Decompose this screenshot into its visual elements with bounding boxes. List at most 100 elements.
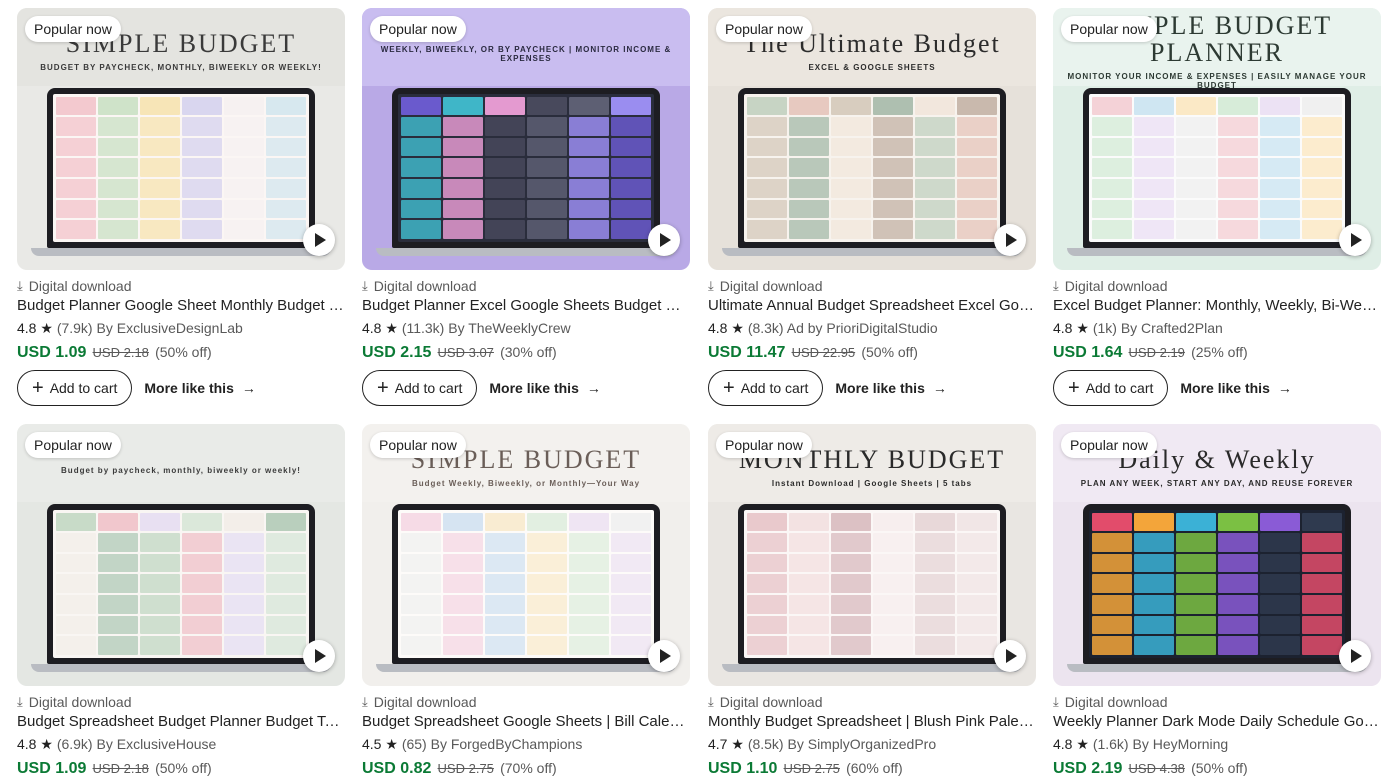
listing-title[interactable]: Budget Spreadsheet Budget Planner Budget… (17, 713, 345, 730)
sheet-cell (1176, 117, 1216, 136)
sheet-cell (56, 574, 96, 593)
popular-now-badge: Popular now (370, 16, 466, 42)
delivery-type: ⤓ Digital download (17, 694, 131, 710)
seller-name[interactable]: By SimplyOrganizedPro (788, 736, 937, 752)
play-video-icon[interactable] (1339, 224, 1371, 256)
sheet-cell (1134, 553, 1174, 573)
listing-image[interactable]: SIMPLE BUDGET Budget Weekly, Biweekly, o… (362, 424, 690, 686)
original-price: USD 3.07 (437, 345, 494, 360)
listing-card[interactable]: SIMPLE BUDGET BUDGET BY PAYCHECK, MONTHL… (17, 8, 345, 408)
play-video-icon[interactable] (303, 224, 335, 256)
price-row: USD 1.09 USD 2.18 (50% off) (17, 344, 212, 362)
sheet-cell (485, 615, 525, 635)
more-like-this-button[interactable]: More like this → (835, 380, 946, 396)
play-video-icon[interactable] (303, 640, 335, 672)
listing-title[interactable]: Ultimate Annual Budget Spreadsheet Excel… (708, 297, 1036, 314)
sheet-cell (1260, 513, 1300, 531)
listing-card[interactable]: MONTHLY BUDGET Instant Download | Google… (708, 424, 1036, 784)
listing-title[interactable]: Budget Spreadsheet Google Sheets | Bill … (362, 713, 690, 730)
sheet-cell (747, 117, 787, 136)
add-to-cart-button[interactable]: + Add to cart (362, 370, 478, 406)
listing-card[interactable]: WEEKLY, BIWEEKLY, OR BY PAYCHECK | MONIT… (362, 8, 690, 408)
listing-image[interactable]: WEEKLY, BIWEEKLY, OR BY PAYCHECK | MONIT… (362, 8, 690, 270)
listing-image[interactable]: Daily & Weekly PLAN ANY WEEK, START ANY … (1053, 424, 1381, 686)
seller-name[interactable]: By ExclusiveDesignLab (97, 320, 243, 336)
sheet-cell (56, 553, 96, 573)
more-like-this-button[interactable]: More like this → (144, 380, 255, 396)
price-row: USD 1.64 USD 2.19 (25% off) (1053, 344, 1248, 362)
sheet-cell (1176, 178, 1216, 198)
more-like-this-button[interactable]: More like this → (489, 380, 600, 396)
listing-image[interactable]: MONTHLY BUDGET Instant Download | Google… (708, 424, 1036, 686)
play-video-icon[interactable] (648, 640, 680, 672)
listing-card[interactable]: SIMPLE BUDGET Budget Weekly, Biweekly, o… (362, 424, 690, 784)
seller-name[interactable]: By HeyMorning (1133, 736, 1229, 752)
price-row: USD 1.09 USD 2.18 (50% off) (17, 760, 212, 778)
seller-name[interactable]: By TheWeeklyCrew (448, 320, 570, 336)
play-video-icon[interactable] (994, 224, 1026, 256)
sheet-cell (1302, 533, 1342, 552)
original-price: USD 2.75 (437, 761, 494, 776)
sheet-cell (1134, 533, 1174, 552)
listing-title[interactable]: Excel Budget Planner: Monthly, Weekly, B… (1053, 297, 1381, 314)
sheet-cell (1302, 553, 1342, 573)
sheet-cell (224, 117, 264, 136)
sheet-cell (831, 178, 871, 198)
add-to-cart-button[interactable]: + Add to cart (1053, 370, 1169, 406)
laptop-base (31, 248, 331, 256)
sheet-cell (182, 615, 222, 635)
listing-title[interactable]: Monthly Budget Spreadsheet | Blush Pink … (708, 713, 1036, 730)
seller-name[interactable]: By Crafted2Plan (1121, 320, 1223, 336)
sheet-cell (1302, 574, 1342, 593)
sheet-cell (747, 574, 787, 593)
add-to-cart-button[interactable]: + Add to cart (708, 370, 824, 406)
add-to-cart-button[interactable]: + Add to cart (17, 370, 133, 406)
listing-image[interactable]: SIMPLE BUDGET BUDGET BY PAYCHECK, MONTHL… (17, 8, 345, 270)
listing-image[interactable]: SIMPLE BUDGET PLANNER MONITOR YOUR INCOM… (1053, 8, 1381, 270)
sheet-cell (1260, 158, 1300, 177)
sheet-cell (485, 636, 525, 655)
sheet-cell (182, 513, 222, 531)
sheet-cell (182, 178, 222, 198)
seller-name[interactable]: By ForgedByChampions (431, 736, 583, 752)
sheet-cell (527, 158, 567, 177)
sheet-cell (527, 199, 567, 219)
sheet-cell (401, 97, 441, 115)
rating-row: 4.8 ★ (1.6k) By HeyMorning (1053, 736, 1228, 753)
listing-image[interactable]: Budget by paycheck, monthly, biweekly or… (17, 424, 345, 686)
listing-title[interactable]: Budget Planner Excel Google Sheets Budge… (362, 297, 690, 314)
sheet-cell (1218, 158, 1258, 177)
sheet-cell (1218, 615, 1258, 635)
sheet-cell (1092, 553, 1132, 573)
listing-card[interactable]: The Ultimate Budget EXCEL & GOOGLE SHEET… (708, 8, 1036, 408)
listing-card[interactable]: Budget by paycheck, monthly, biweekly or… (17, 424, 345, 784)
spreadsheet-preview (744, 510, 1000, 658)
sheet-cell (747, 97, 787, 115)
sale-price: USD 1.09 (17, 760, 87, 777)
sheet-cell (747, 533, 787, 552)
sheet-cell (182, 574, 222, 593)
sheet-cell (789, 574, 829, 593)
more-like-this-label: More like this (489, 380, 579, 396)
sheet-cell (1260, 117, 1300, 136)
play-video-icon[interactable] (648, 224, 680, 256)
seller-name[interactable]: Ad by PrioriDigitalStudio (787, 320, 938, 336)
listing-title[interactable]: Weekly Planner Dark Mode Daily Schedule … (1053, 713, 1381, 730)
sheet-cell (443, 158, 483, 177)
sheet-cell (140, 636, 180, 655)
sheet-cell (443, 199, 483, 219)
listing-card[interactable]: SIMPLE BUDGET PLANNER MONITOR YOUR INCOM… (1053, 8, 1381, 408)
listing-card[interactable]: Daily & Weekly PLAN ANY WEEK, START ANY … (1053, 424, 1381, 784)
sheet-cell (1176, 513, 1216, 531)
play-video-icon[interactable] (994, 640, 1026, 672)
sheet-cell (443, 636, 483, 655)
listing-image[interactable]: The Ultimate Budget EXCEL & GOOGLE SHEET… (708, 8, 1036, 270)
seller-name[interactable]: By ExclusiveHouse (97, 736, 217, 752)
more-like-this-button[interactable]: More like this → (1180, 380, 1291, 396)
download-icon: ⤓ (17, 694, 23, 709)
play-video-icon[interactable] (1339, 640, 1371, 672)
laptop-base (376, 664, 676, 672)
listing-title[interactable]: Budget Planner Google Sheet Monthly Budg… (17, 297, 345, 314)
laptop-mockup (392, 88, 660, 248)
sheet-cell (140, 615, 180, 635)
